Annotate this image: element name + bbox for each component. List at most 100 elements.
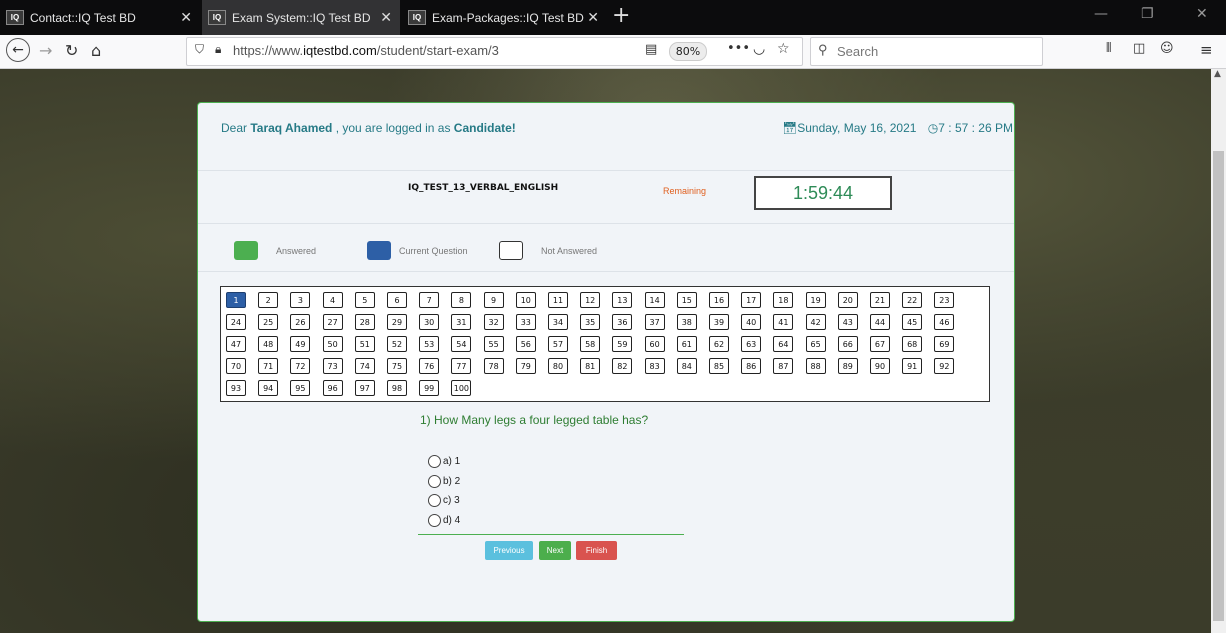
question-number-button[interactable]: 83 <box>644 358 665 374</box>
question-number-button[interactable]: 67 <box>870 336 890 352</box>
question-number-button[interactable]: 50 <box>322 336 343 352</box>
minimize-icon[interactable]: — <box>1094 6 1108 22</box>
pocket-icon[interactable]: ◡ <box>753 41 765 57</box>
question-number-button[interactable]: 85 <box>709 358 729 374</box>
question-number-button[interactable]: 97 <box>354 380 375 396</box>
question-number-button[interactable]: 77 <box>451 358 472 374</box>
question-number-button[interactable]: 22 <box>902 292 923 308</box>
question-number-button[interactable]: 52 <box>387 336 407 352</box>
question-number-button[interactable]: 60 <box>644 336 665 352</box>
question-number-button[interactable]: 64 <box>773 336 794 352</box>
question-number-button[interactable]: 87 <box>773 358 794 374</box>
maximize-icon[interactable]: ❐ <box>1141 6 1154 22</box>
radio-button[interactable] <box>428 514 441 527</box>
question-number-button[interactable]: 99 <box>419 380 440 396</box>
reader-view-icon[interactable]: ▤ <box>645 42 657 57</box>
next-button[interactable]: Next <box>539 541 571 560</box>
finish-button[interactable]: Finish <box>576 541 617 560</box>
question-number-button[interactable]: 48 <box>258 336 279 352</box>
question-number-button[interactable]: 38 <box>676 314 697 330</box>
shield-icon[interactable]: ⛉ <box>195 42 204 57</box>
tab-exam-system[interactable]: IQ Exam System::IQ Test BD ✕ <box>202 0 400 35</box>
sidebar-icon[interactable]: ◫ <box>1133 41 1145 56</box>
question-number-button[interactable]: 43 <box>837 314 858 330</box>
question-number-button[interactable]: 98 <box>387 380 407 396</box>
scrollbar-thumb[interactable] <box>1213 151 1224 621</box>
close-tab-icon[interactable]: ✕ <box>587 9 599 26</box>
url-text[interactable]: https://www.iqtestbd.com/student/start-e… <box>233 43 499 58</box>
question-number-button[interactable]: 41 <box>773 314 794 330</box>
new-tab-icon[interactable]: + <box>612 3 630 28</box>
question-number-button[interactable]: 15 <box>676 292 697 308</box>
tab-contact[interactable]: IQ Contact::IQ Test BD ✕ <box>0 0 200 35</box>
question-number-button[interactable]: 94 <box>258 380 279 396</box>
question-number-button[interactable]: 75 <box>387 358 407 374</box>
bookmark-star-icon[interactable]: ☆ <box>777 41 790 57</box>
question-number-button[interactable]: 66 <box>837 336 858 352</box>
question-number-button[interactable]: 1 <box>226 292 246 308</box>
question-number-button[interactable]: 73 <box>322 358 343 374</box>
question-number-button[interactable]: 68 <box>902 336 923 352</box>
question-number-button[interactable]: 45 <box>902 314 923 330</box>
question-number-button[interactable]: 56 <box>515 336 536 352</box>
question-number-button[interactable]: 86 <box>741 358 762 374</box>
zoom-level[interactable]: 80% <box>669 42 707 61</box>
question-number-button[interactable]: 95 <box>290 380 311 396</box>
question-number-button[interactable]: 53 <box>419 336 440 352</box>
question-number-button[interactable]: 13 <box>612 292 633 308</box>
radio-button[interactable] <box>428 455 441 468</box>
question-number-button[interactable]: 18 <box>773 292 794 308</box>
previous-button[interactable]: Previous <box>485 541 533 560</box>
question-number-button[interactable]: 3 <box>290 292 311 308</box>
menu-icon[interactable]: ≡ <box>1200 41 1213 59</box>
question-number-button[interactable]: 17 <box>741 292 762 308</box>
question-number-button[interactable]: 100 <box>451 380 472 396</box>
question-number-button[interactable]: 4 <box>322 292 343 308</box>
question-number-button[interactable]: 24 <box>226 314 246 330</box>
question-number-button[interactable]: 29 <box>387 314 407 330</box>
question-number-button[interactable]: 23 <box>934 292 955 308</box>
question-number-button[interactable]: 70 <box>226 358 246 374</box>
question-number-button[interactable]: 92 <box>934 358 955 374</box>
forward-arrow-icon[interactable]: → <box>39 41 52 60</box>
question-number-button[interactable]: 19 <box>805 292 826 308</box>
question-number-button[interactable]: 39 <box>709 314 729 330</box>
question-number-button[interactable]: 71 <box>258 358 279 374</box>
question-number-button[interactable]: 33 <box>515 314 536 330</box>
question-number-button[interactable]: 76 <box>419 358 440 374</box>
question-number-button[interactable]: 69 <box>934 336 955 352</box>
question-number-button[interactable]: 47 <box>226 336 246 352</box>
question-number-button[interactable]: 26 <box>290 314 311 330</box>
option-d[interactable]: d) 4 <box>428 514 460 527</box>
question-number-button[interactable]: 90 <box>870 358 890 374</box>
question-number-button[interactable]: 5 <box>354 292 375 308</box>
radio-button[interactable] <box>428 494 441 507</box>
question-number-button[interactable]: 30 <box>419 314 440 330</box>
library-icon[interactable]: ⫴ <box>1106 41 1111 56</box>
question-number-button[interactable]: 27 <box>322 314 343 330</box>
home-icon[interactable]: ⌂ <box>91 41 101 60</box>
question-number-button[interactable]: 8 <box>451 292 472 308</box>
question-number-button[interactable]: 28 <box>354 314 375 330</box>
question-number-button[interactable]: 61 <box>676 336 697 352</box>
question-number-button[interactable]: 51 <box>354 336 375 352</box>
question-number-button[interactable]: 57 <box>548 336 568 352</box>
question-number-button[interactable]: 14 <box>644 292 665 308</box>
question-number-button[interactable]: 37 <box>644 314 665 330</box>
question-number-button[interactable]: 2 <box>258 292 279 308</box>
reload-icon[interactable]: ↻ <box>65 41 78 60</box>
question-number-button[interactable]: 54 <box>451 336 472 352</box>
lock-icon[interactable]: 🔒︎ <box>215 42 221 57</box>
page-actions-icon[interactable]: ••• <box>727 41 750 56</box>
question-number-button[interactable]: 59 <box>612 336 633 352</box>
question-number-button[interactable]: 6 <box>387 292 407 308</box>
account-icon[interactable]: ☺ <box>1160 41 1174 56</box>
scroll-up-icon[interactable]: ▲ <box>1214 69 1221 79</box>
question-number-button[interactable]: 35 <box>580 314 601 330</box>
option-c[interactable]: c) 3 <box>428 494 460 507</box>
option-a[interactable]: a) 1 <box>428 455 460 468</box>
question-number-button[interactable]: 78 <box>483 358 504 374</box>
question-number-button[interactable]: 20 <box>837 292 858 308</box>
question-number-button[interactable]: 40 <box>741 314 762 330</box>
question-number-button[interactable]: 74 <box>354 358 375 374</box>
